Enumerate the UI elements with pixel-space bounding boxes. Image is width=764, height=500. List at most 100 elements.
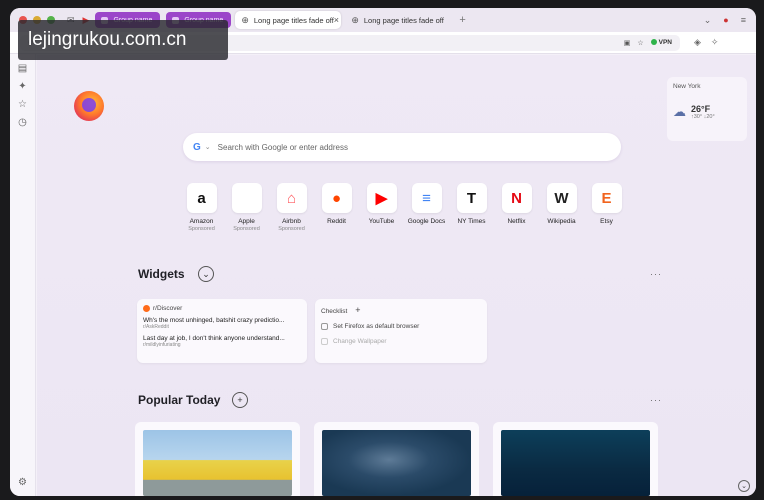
new-tab-button[interactable]: + xyxy=(459,14,465,26)
chevron-down-icon[interactable]: ⌄ xyxy=(205,143,211,151)
url-bar-actions: ▣ ☆ VPN xyxy=(624,39,672,47)
tab-inactive[interactable]: ⊕ Long page titles fade off xyxy=(345,11,451,29)
discover-label: r/Discover xyxy=(153,305,183,312)
menu-icon[interactable]: ≡ xyxy=(741,15,746,25)
checklist-item-label: Change Wallpaper xyxy=(333,338,387,345)
top-site-airbnb[interactable]: ⌂ Airbnb Sponsored xyxy=(269,183,314,232)
widgets-title: Widgets xyxy=(138,267,185,281)
story-card[interactable] xyxy=(135,422,300,496)
weather-city: New York xyxy=(673,83,701,90)
list-tabs-chevron-icon[interactable]: ⌄ xyxy=(704,15,712,26)
search-input[interactable]: G ⌄ Search with Google or enter address xyxy=(183,133,621,161)
top-site-sponsored: Sponsored xyxy=(188,226,215,232)
etsy-icon: E xyxy=(591,183,622,213)
browser-window: ✉ ▶ Group name Group name ⊕ Long page ti… xyxy=(10,8,756,496)
top-sites: a Amazon Sponsored Apple Sponsored ⌂ Airbnb Spo… xyxy=(179,183,629,232)
scroll-down-icon[interactable]: ⌄ xyxy=(738,480,750,492)
search-placeholder: Search with Google or enter address xyxy=(217,142,348,152)
top-site-label: Wikipedia xyxy=(547,218,576,225)
sidebar: ▤ ✦ ☆ ◷ ⚙ xyxy=(10,54,36,496)
discover-widget: r/Discover Wh's the most unhinged, batsh… xyxy=(137,299,307,363)
top-site-label: Netflix xyxy=(507,218,526,225)
airbnb-icon: ⌂ xyxy=(276,183,307,213)
story-image xyxy=(322,430,471,496)
shield-icon[interactable]: ◈ xyxy=(694,37,701,48)
list-item[interactable]: Wh's the most unhinged, batshit crazy pr… xyxy=(143,317,301,330)
sidebar-history-icon[interactable]: ◷ xyxy=(18,118,27,128)
top-site-youtube[interactable]: ▶ YouTube xyxy=(359,183,404,232)
top-site-google-docs[interactable]: ≡ Google Docs xyxy=(404,183,449,232)
checklist-item-label: Set Firefox as default browser xyxy=(333,323,420,330)
checklist-label: Checklist xyxy=(321,308,348,315)
sidebar-ai-icon[interactable]: ✦ xyxy=(18,82,26,92)
post-subreddit: r/AskReddit xyxy=(143,324,169,330)
globe-icon: ⊕ xyxy=(241,14,249,25)
reddit-icon: ● xyxy=(321,183,352,213)
top-site-etsy[interactable]: E Etsy xyxy=(584,183,629,232)
top-site-ny-times[interactable]: T NY Times xyxy=(449,183,494,232)
weather-temp: 26°F xyxy=(691,104,711,114)
checkbox[interactable] xyxy=(321,338,328,345)
google-icon: G xyxy=(193,141,201,153)
story-card[interactable] xyxy=(493,422,658,496)
apple-icon xyxy=(231,183,262,213)
list-item[interactable]: Last day at job, I don't think anyone un… xyxy=(143,335,301,348)
add-checklist-item-button[interactable]: + xyxy=(355,305,360,315)
top-site-label: Apple xyxy=(238,218,255,225)
weather-hilo: ↑30° ↓20° xyxy=(691,114,715,120)
top-site-apple[interactable]: Apple Sponsored xyxy=(224,183,269,232)
tab-active[interactable]: ⊕ Long page titles fade off × xyxy=(235,11,342,29)
widgets-more-icon[interactable]: ··· xyxy=(650,269,662,279)
story-image xyxy=(143,430,292,496)
checklist-header: Checklist + xyxy=(321,305,481,315)
ny-times-icon: T xyxy=(456,183,487,213)
reader-mode-icon[interactable]: ▣ xyxy=(624,39,631,47)
discover-header: r/Discover xyxy=(143,305,301,312)
top-site-label: YouTube xyxy=(368,218,395,225)
wikipedia-icon: W xyxy=(546,183,577,213)
checklist-item[interactable]: Change Wallpaper xyxy=(321,338,481,345)
sidebar-panel-icon[interactable]: ▤ xyxy=(18,64,27,74)
checklist-widget: Checklist + Set Firefox as default brows… xyxy=(315,299,487,363)
top-site-label: Reddit xyxy=(327,218,346,225)
post-subreddit: r/mildlyinfuriating xyxy=(143,342,181,348)
reddit-icon xyxy=(143,305,150,312)
cloud-icon: ☁ xyxy=(673,104,686,119)
top-site-amazon[interactable]: a Amazon Sponsored xyxy=(179,183,224,232)
top-site-wikipedia[interactable]: W Wikipedia xyxy=(539,183,584,232)
netflix-icon: N xyxy=(501,183,532,213)
top-site-netflix[interactable]: N Netflix xyxy=(494,183,539,232)
vpn-badge[interactable]: VPN xyxy=(651,39,672,46)
checkbox[interactable] xyxy=(321,323,328,330)
top-site-label: Google Docs xyxy=(407,218,446,225)
account-avatar-icon[interactable]: ● xyxy=(723,15,728,25)
globe-icon: ⊕ xyxy=(351,14,359,25)
tabstrip-right-controls: ⌄ ● ≡ xyxy=(704,15,746,26)
top-site-label: Airbnb xyxy=(282,218,301,225)
top-site-reddit[interactable]: ● Reddit xyxy=(314,183,359,232)
close-tab-icon[interactable]: × xyxy=(334,15,339,25)
popular-more-icon[interactable]: ··· xyxy=(650,395,662,405)
top-site-label: Etsy xyxy=(600,218,613,225)
sidebar-settings-icon[interactable]: ⚙ xyxy=(18,478,27,488)
sidebar-bookmarks-icon[interactable]: ☆ xyxy=(18,100,27,110)
add-topic-button[interactable]: + xyxy=(232,392,248,408)
top-site-label: Amazon xyxy=(189,218,214,225)
weather-row: ☁ 26°F ↑30° ↓20° xyxy=(673,104,741,120)
widgets-collapse-button[interactable]: ⌄ xyxy=(198,266,214,282)
story-card[interactable] xyxy=(314,422,479,496)
amazon-icon: a xyxy=(186,183,217,213)
story-image xyxy=(501,430,650,496)
popular-today-title: Popular Today xyxy=(138,393,221,407)
firefox-logo xyxy=(74,91,104,121)
top-site-label: NY Times xyxy=(457,218,486,225)
weather-widget[interactable]: New York ☁ 26°F ↑30° ↓20° xyxy=(667,77,747,141)
google-docs-icon: ≡ xyxy=(411,183,442,213)
youtube-icon: ▶ xyxy=(366,183,397,213)
bookmark-star-icon[interactable]: ☆ xyxy=(637,39,643,47)
checklist-item[interactable]: Set Firefox as default browser xyxy=(321,323,481,330)
top-site-sponsored: Sponsored xyxy=(278,226,305,232)
extensions-icon[interactable]: ✧ xyxy=(711,37,719,48)
new-tab-page: New York ☁ 26°F ↑30° ↓20° G ⌄ Search wit… xyxy=(37,55,756,496)
toolbar-right: ◈ ✧ xyxy=(694,37,718,48)
